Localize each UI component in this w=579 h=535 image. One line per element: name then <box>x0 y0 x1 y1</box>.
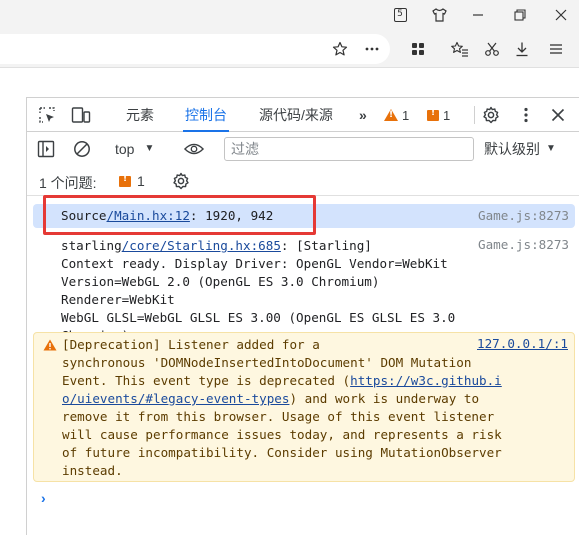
log-message: [Deprecation] Listener added for a synch… <box>62 337 502 478</box>
caret-down-icon: ▼ <box>546 143 556 154</box>
log-level-select[interactable]: 默认级别 ▼ <box>484 139 556 159</box>
console-message[interactable]: starling/core/Starling.hx:685: [Starling… <box>33 235 575 343</box>
console-settings-gear-icon[interactable] <box>171 171 191 191</box>
tab-count-icon[interactable]: 5 <box>389 4 411 26</box>
issue-icon <box>427 108 439 121</box>
minimize-icon[interactable] <box>467 4 489 26</box>
log-source-link[interactable]: Game.js:8273 <box>478 208 569 223</box>
warnings-counter[interactable]: 1 <box>384 107 409 123</box>
log-source-link[interactable]: 127.0.0.1/:1 <box>477 336 568 351</box>
warnings-count: 1 <box>402 107 410 123</box>
issues-bar: 1 个问题: 1 <box>27 166 579 196</box>
context-value: top <box>115 141 135 157</box>
star-icon[interactable] <box>329 38 351 60</box>
issues-link[interactable]: 1 <box>119 173 145 189</box>
tab-elements[interactable]: 元素 <box>126 98 154 132</box>
filter-input[interactable] <box>224 137 474 161</box>
issue-icon <box>119 174 131 187</box>
favorites-icon[interactable] <box>449 38 471 60</box>
issues-count: 1 <box>137 173 145 189</box>
tab-divider <box>474 106 475 124</box>
console-toolbar: top ▼ 默认级别 ▼ <box>27 133 579 165</box>
page-content <box>0 69 579 97</box>
title-bar: 5 <box>0 0 579 30</box>
console-warning-message[interactable]: [Deprecation] Listener added for a synch… <box>33 332 575 482</box>
console-message-selected[interactable]: Source/Main.hx:12: 1920, 942 Game.js:827… <box>33 204 575 228</box>
context-select[interactable]: top ▼ <box>115 139 154 159</box>
issues-count-tab: 1 <box>443 107 451 123</box>
address-bar <box>0 30 579 68</box>
devtools-tab-bar: 元素 控制台 源代码/来源 » 1 1 <box>27 98 579 132</box>
log-source-link[interactable]: Game.js:8273 <box>478 237 569 252</box>
cut-icon[interactable] <box>481 38 503 60</box>
issues-label: 1 个问题: <box>39 175 97 191</box>
device-toolbar-icon[interactable] <box>71 105 91 125</box>
log-message: Source/Main.hx:12: 1920, 942 <box>61 208 274 223</box>
download-icon[interactable] <box>511 38 533 60</box>
source-link[interactable]: /core/Starling.hx:685 <box>122 238 281 253</box>
caret-down-icon: ▼ <box>144 143 155 154</box>
apps-grid-icon[interactable] <box>407 38 429 60</box>
tab-sources[interactable]: 源代码/来源 <box>259 98 333 132</box>
restore-icon[interactable] <box>509 4 531 26</box>
warning-icon <box>384 109 398 121</box>
shirt-icon[interactable] <box>428 4 450 26</box>
warning-icon <box>43 339 57 354</box>
sidebar-toggle-icon[interactable] <box>36 139 56 159</box>
console-prompt[interactable]: › <box>41 490 46 506</box>
menu-icon[interactable] <box>545 38 567 60</box>
more-icon[interactable] <box>361 38 383 60</box>
settings-gear-icon[interactable] <box>481 105 501 125</box>
close-icon[interactable] <box>550 4 572 26</box>
inspect-element-icon[interactable] <box>37 105 57 125</box>
issues-counter[interactable]: 1 <box>427 107 450 123</box>
customize-menu-icon[interactable] <box>516 105 536 125</box>
live-expression-eye-icon[interactable] <box>184 139 204 159</box>
tab-console[interactable]: 控制台 <box>183 98 229 132</box>
source-link[interactable]: /Main.hx:12 <box>107 208 190 223</box>
clear-console-icon[interactable] <box>72 139 92 159</box>
log-message: starling/core/Starling.hx:685: [Starling… <box>61 238 456 343</box>
more-tabs-button[interactable]: » <box>359 98 367 132</box>
devtools-close-icon[interactable] <box>548 105 568 125</box>
log-level-value: 默认级别 <box>484 141 540 157</box>
devtools-panel: 元素 控制台 源代码/来源 » 1 1 top ▼ <box>26 97 579 535</box>
